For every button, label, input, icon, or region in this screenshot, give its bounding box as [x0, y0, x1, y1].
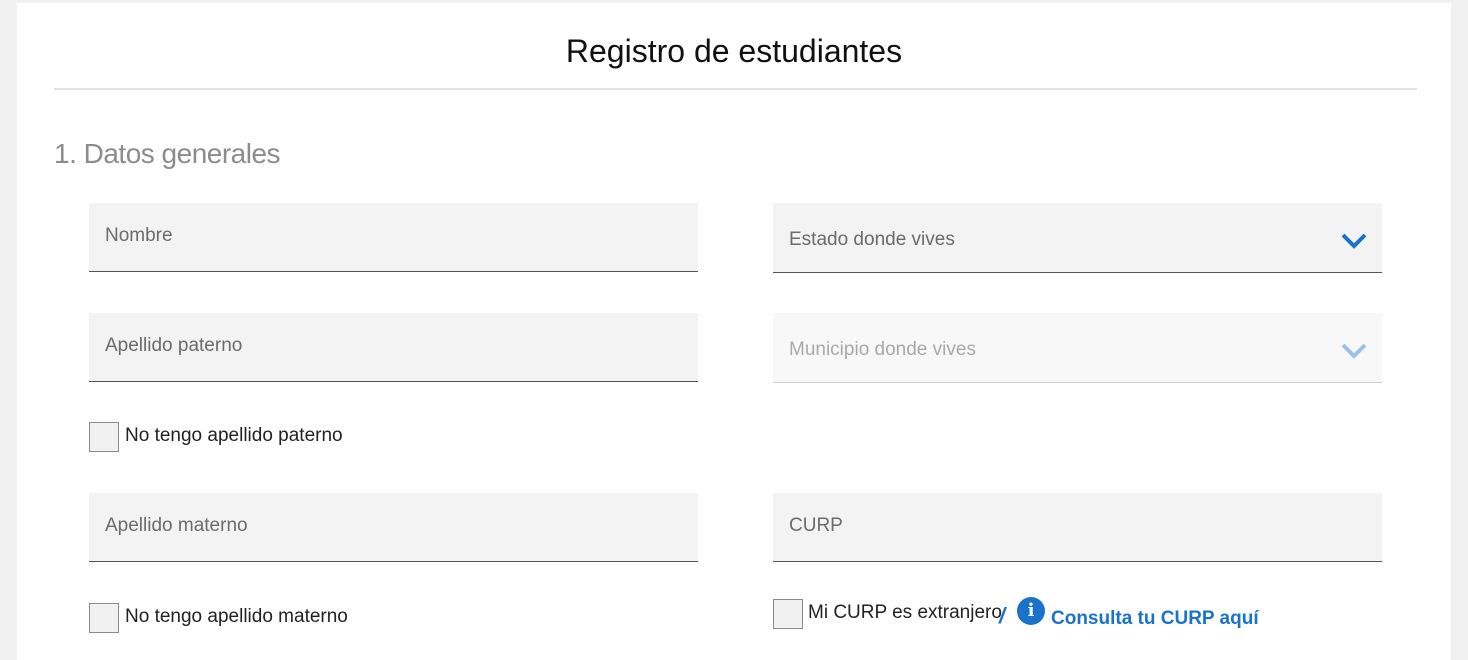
curp-extranjero-label: Mi CURP es extranjero	[808, 602, 1002, 623]
nombre-label: Nombre	[105, 225, 173, 246]
page-title: Registro de estudiantes	[565, 33, 903, 69]
curp-field[interactable]: CURP	[773, 493, 1382, 562]
link-separator: /	[999, 603, 1006, 628]
curp-extranjero-checkbox[interactable]	[773, 599, 803, 629]
apellido-paterno-field[interactable]: Apellido paterno	[89, 313, 698, 382]
apellido-materno-field[interactable]: Apellido materno	[89, 493, 698, 562]
curp-label: CURP	[789, 515, 843, 536]
chevron-down-icon	[1341, 233, 1367, 249]
consulta-curp-link[interactable]: Consulta tu CURP aquí	[1051, 608, 1259, 630]
municipio-select[interactable]: Municipio donde vives	[773, 313, 1382, 383]
section-title: 1. Datos generales	[54, 138, 281, 169]
apellido-materno-label: Apellido materno	[105, 515, 248, 536]
estado-label: Estado donde vives	[789, 229, 955, 250]
info-icon[interactable]: i	[1017, 597, 1045, 625]
estado-select[interactable]: Estado donde vives	[773, 203, 1382, 273]
chevron-down-icon	[1341, 343, 1367, 359]
title-divider	[54, 88, 1417, 90]
sin-materno-label: No tengo apellido materno	[125, 606, 348, 627]
sin-paterno-label: No tengo apellido paterno	[125, 425, 343, 446]
nombre-field[interactable]: Nombre	[89, 203, 698, 272]
sin-materno-checkbox[interactable]	[89, 603, 119, 633]
municipio-label: Municipio donde vives	[789, 339, 976, 360]
sin-paterno-checkbox[interactable]	[89, 422, 119, 452]
apellido-paterno-label: Apellido paterno	[105, 335, 243, 356]
registration-card: Registro de estudiantes 1. Datos general…	[17, 3, 1451, 660]
